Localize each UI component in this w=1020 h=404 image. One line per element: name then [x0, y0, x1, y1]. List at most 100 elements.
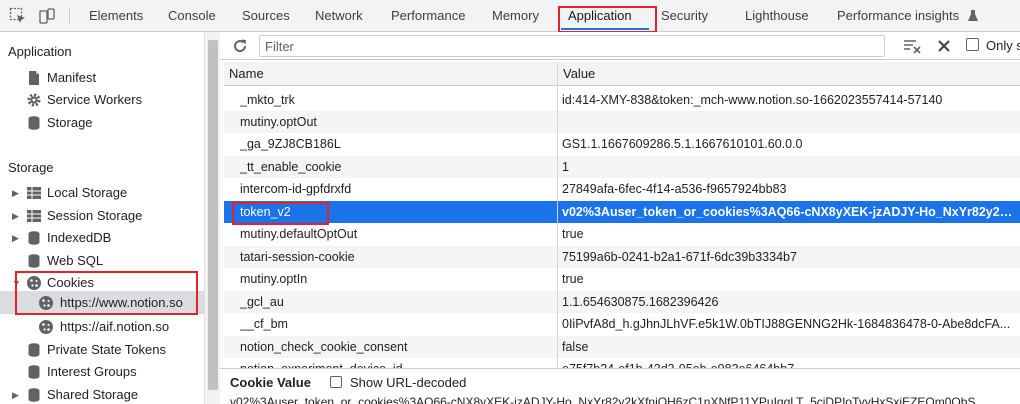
- sidebar-item-manifest[interactable]: Manifest: [24, 67, 204, 89]
- cookie-value: id:414-XMY-838&token:_mch-www.notion.so-…: [562, 93, 943, 107]
- show-url-decoded-label[interactable]: Show URL-decoded: [350, 375, 466, 390]
- flask-icon: [968, 10, 978, 21]
- refresh-icon[interactable]: [232, 38, 248, 54]
- application-sidebar: Application Manifest Service Workers Sto…: [0, 32, 204, 404]
- sidebar-item-service-workers[interactable]: Service Workers: [24, 89, 204, 111]
- cookie-value: e75f7b24-ef1b-43d3-95eb-e983e6464bb7: [562, 358, 1017, 368]
- sidebar-item-storage-overview[interactable]: Storage: [24, 112, 204, 134]
- sidebar-item-label: Private State Tokens: [47, 342, 166, 357]
- sidebar-item-session-storage[interactable]: ▶ Session Storage: [12, 205, 204, 227]
- table-row[interactable]: _ga_9ZJ8CB186L GS1.1.1667609286.5.1.1667…: [224, 133, 1020, 155]
- database-icon: [28, 231, 40, 245]
- cookie-icon: [39, 296, 53, 310]
- cookie-value: true: [562, 227, 584, 241]
- toolbar-separator: [69, 8, 70, 24]
- column-header-name[interactable]: Name: [224, 62, 264, 85]
- cookie-value: v02%3Auser_token_or_cookies%3AQ66-cNX8yX…: [562, 205, 1017, 219]
- cookie-name: _ga_9ZJ8CB186L: [240, 137, 341, 151]
- cookie-value: true: [562, 272, 584, 286]
- cookie-name: intercom-id-gpfdrxfd: [240, 182, 352, 196]
- column-header-value[interactable]: Value: [558, 62, 595, 85]
- tab-performance[interactable]: Performance: [391, 0, 465, 31]
- table-row[interactable]: mutiny.defaultOptOut true: [224, 223, 1020, 245]
- cookie-name: _gcl_au: [240, 295, 284, 309]
- tab-application[interactable]: Application: [568, 0, 632, 31]
- database-icon: [28, 116, 40, 130]
- tab-security[interactable]: Security: [661, 0, 708, 31]
- sidebar-item-indexeddb[interactable]: ▶ IndexedDB: [12, 227, 204, 249]
- table-row[interactable]: _gcl_au 1.1.654630875.1682396426: [224, 291, 1020, 313]
- cookie-name: __cf_bm: [240, 317, 288, 331]
- sidebar-item-cookie-aif-notion[interactable]: https://aif.notion.so: [38, 316, 204, 338]
- tab-console[interactable]: Console: [168, 0, 216, 31]
- inspect-element-icon[interactable]: [9, 7, 27, 25]
- table-row[interactable]: notion_experiment_device_id e75f7b24-ef1…: [224, 358, 1020, 368]
- sidebar-item-label: Local Storage: [47, 185, 128, 200]
- tab-network[interactable]: Network: [315, 0, 363, 31]
- cookie-value-title: Cookie Value: [230, 375, 311, 390]
- cookie-icon: [27, 276, 41, 290]
- grid-icon: [27, 187, 41, 199]
- tab-performance-insights[interactable]: Performance insights: [837, 0, 959, 31]
- sidebar-item-web-sql[interactable]: Web SQL: [12, 250, 204, 272]
- sidebar-item-label: Session Storage: [47, 208, 143, 223]
- table-row[interactable]: intercom-id-gpfdrxfd 27849afa-6fec-4f14-…: [224, 178, 1020, 200]
- clear-filtered-icon[interactable]: [903, 38, 921, 54]
- table-row[interactable]: mutiny.optOut: [224, 111, 1020, 133]
- table-row[interactable]: notion_check_cookie_consent false: [224, 336, 1020, 358]
- sidebar-item-label: https://www.notion.so: [60, 295, 183, 310]
- sidebar-item-label: Shared Storage: [47, 387, 139, 402]
- database-icon: [28, 365, 40, 379]
- expand-arrow-icon[interactable]: ▶: [12, 182, 22, 204]
- table-row[interactable]: mutiny.optIn true: [224, 268, 1020, 290]
- cookie-name: _mkto_trk: [240, 93, 295, 107]
- cookies-toolbar: Only s: [220, 32, 1020, 60]
- tab-sources[interactable]: Sources: [242, 0, 290, 31]
- filter-input[interactable]: [259, 35, 885, 57]
- table-row-selected[interactable]: token_v2 v02%3Auser_token_or_cookies%3AQ…: [224, 201, 1020, 223]
- sidebar-item-label: https://aif.notion.so: [60, 319, 170, 334]
- sidebar-item-shared-storage[interactable]: ▶ Shared Storage: [12, 384, 204, 404]
- tab-memory[interactable]: Memory: [492, 0, 539, 31]
- database-icon: [28, 343, 40, 357]
- sidebar-scrollbar[interactable]: [204, 32, 220, 404]
- tab-elements[interactable]: Elements: [89, 0, 143, 31]
- cookies-table-body: _mkto_trk id:414-XMY-838&token:_mch-www.…: [224, 88, 1020, 368]
- document-icon: [29, 71, 39, 85]
- sidebar-item-interest-groups[interactable]: Interest Groups: [12, 361, 204, 383]
- only-show-checkbox[interactable]: [966, 38, 979, 51]
- tab-lighthouse[interactable]: Lighthouse: [745, 0, 809, 31]
- sidebar-item-local-storage[interactable]: ▶ Local Storage: [12, 182, 204, 204]
- grid-icon: [27, 210, 41, 222]
- cookie-name: _tt_enable_cookie: [240, 160, 342, 174]
- table-row[interactable]: _mkto_trk id:414-XMY-838&token:_mch-www.…: [224, 89, 1020, 111]
- cookie-name: mutiny.optOut: [240, 115, 317, 129]
- cookie-name: mutiny.optIn: [240, 272, 308, 286]
- cookie-name: token_v2: [240, 205, 291, 219]
- show-url-decoded-checkbox[interactable]: [330, 376, 342, 388]
- sidebar-item-private-state-tokens[interactable]: Private State Tokens: [12, 339, 204, 361]
- sidebar-item-cookie-www-notion[interactable]: https://www.notion.so: [38, 292, 204, 314]
- cookie-name: tatari-session-cookie: [240, 250, 355, 264]
- column-divider[interactable]: [557, 62, 558, 368]
- table-row[interactable]: tatari-session-cookie 75199a6b-0241-b2a1…: [224, 246, 1020, 268]
- table-row[interactable]: __cf_bm 0IiPvfA8d_h.gJhnJLhVF.e5k1W.0bTI…: [224, 313, 1020, 335]
- sidebar-item-label: Interest Groups: [47, 364, 137, 379]
- cookie-name: notion_experiment_device_id: [240, 358, 555, 368]
- expand-arrow-icon[interactable]: ▶: [12, 205, 22, 227]
- gear-icon: [27, 93, 41, 107]
- cookie-value: GS1.1.1667609286.5.1.1667610101.60.0.0: [562, 137, 803, 151]
- cookie-value: 75199a6b-0241-b2a1-671f-6dc39b3334b7: [562, 250, 797, 264]
- cookie-value-text[interactable]: v02%3Auser_token_or_cookies%3AQ66-cNX8yX…: [230, 395, 975, 404]
- sidebar-scrollbar-thumb[interactable]: [208, 40, 218, 390]
- expand-arrow-icon[interactable]: ▶: [12, 384, 22, 404]
- cookie-icon: [39, 320, 53, 334]
- device-toolbar-icon[interactable]: [38, 7, 56, 25]
- cookie-name: notion_check_cookie_consent: [240, 340, 408, 354]
- table-row[interactable]: _tt_enable_cookie 1: [224, 156, 1020, 178]
- cookie-value: 0IiPvfA8d_h.gJhnJLhVF.e5k1W.0bTIJ88GENNG…: [562, 317, 1011, 331]
- sidebar-item-label: IndexedDB: [47, 230, 112, 245]
- expand-arrow-icon[interactable]: ▶: [12, 227, 22, 249]
- close-icon[interactable]: [936, 38, 952, 54]
- cookie-value-pane: Cookie Value Show URL-decoded v02%3Auser…: [220, 368, 1020, 404]
